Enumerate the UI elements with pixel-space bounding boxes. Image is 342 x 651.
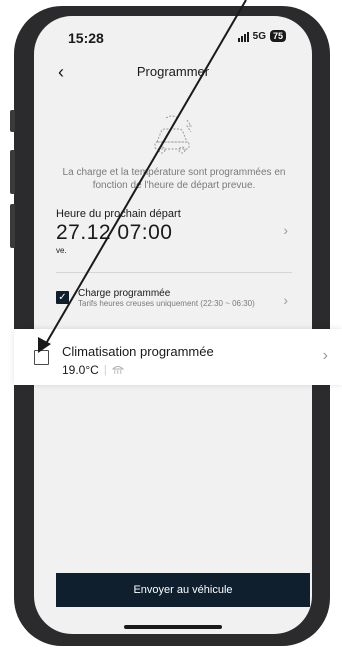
annotation-arrow — [38, 0, 247, 353]
